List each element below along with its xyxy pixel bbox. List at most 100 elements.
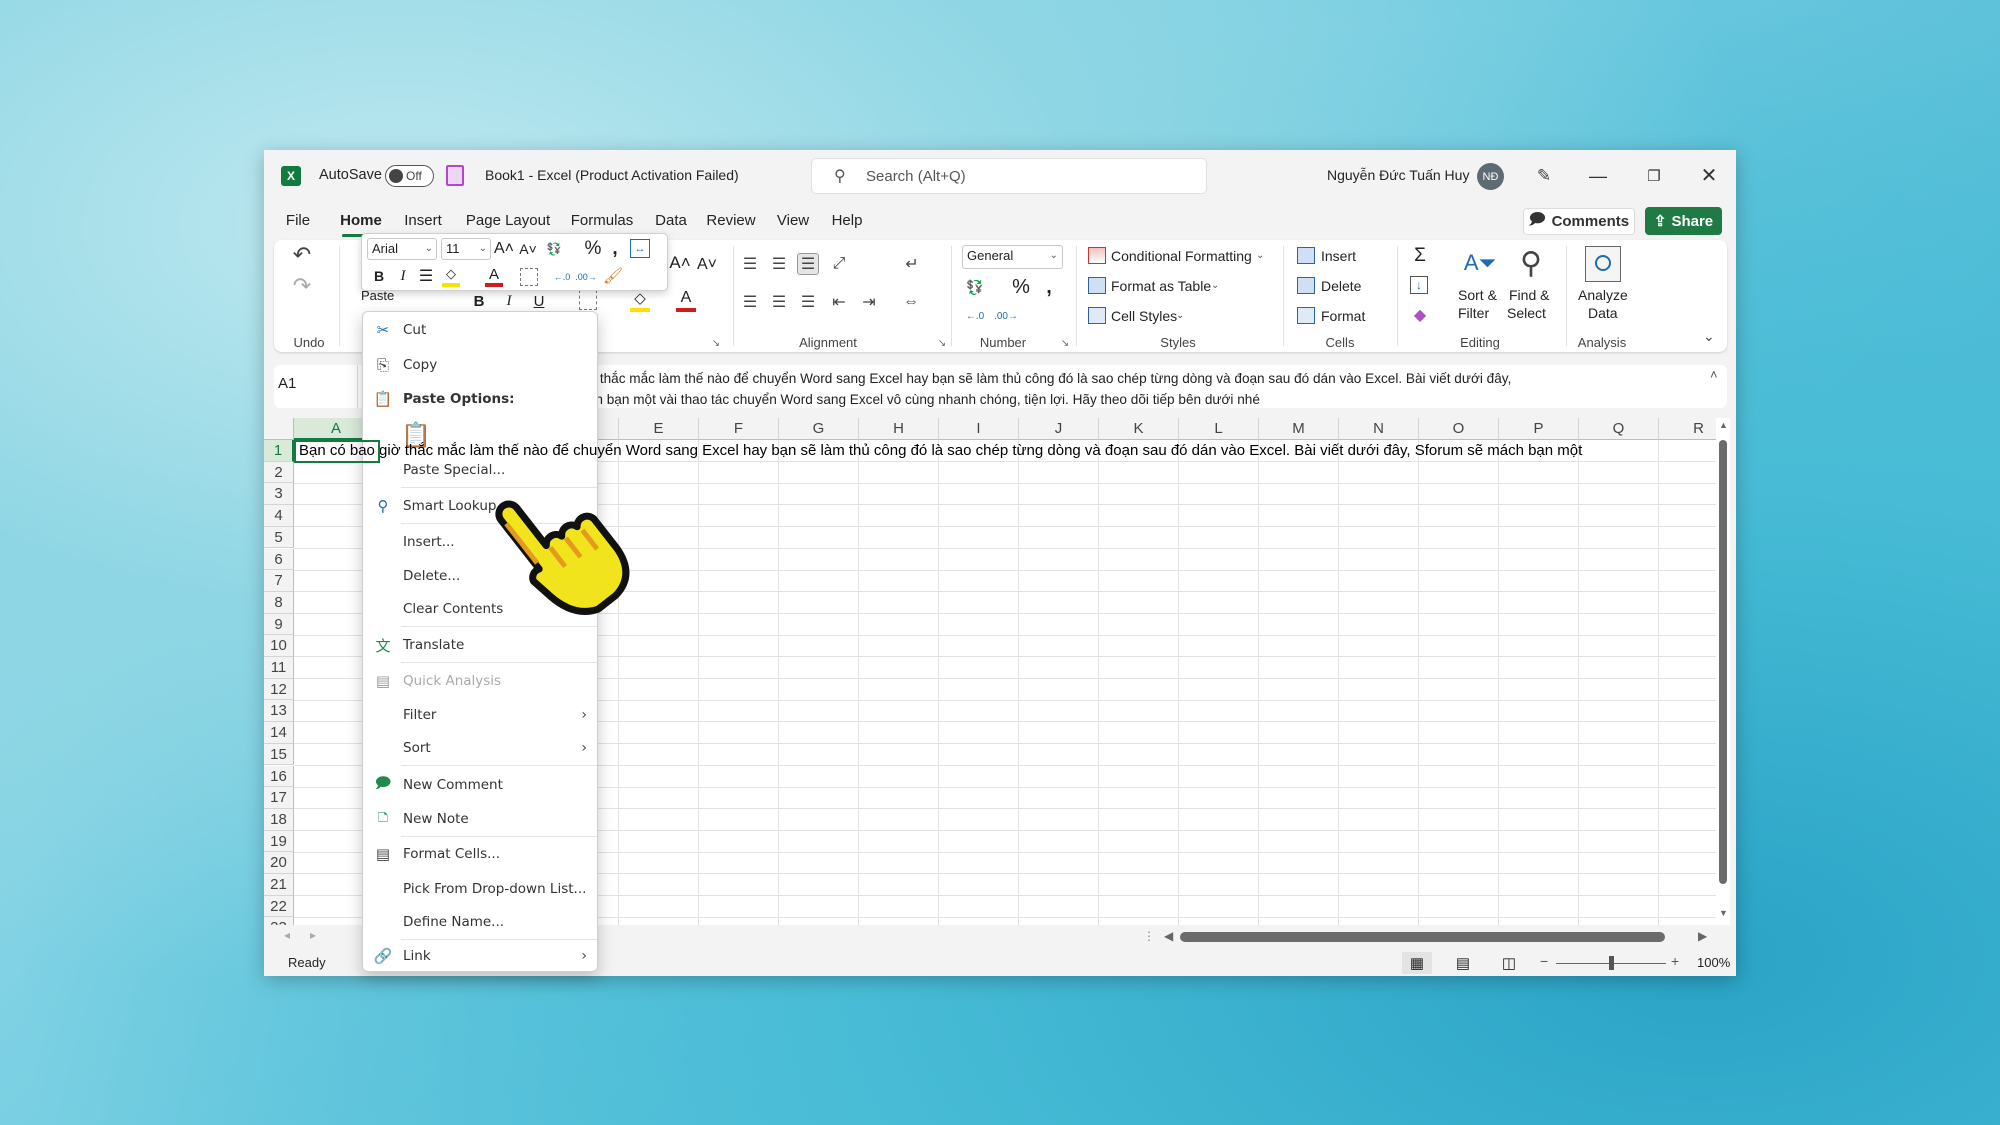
- insert-cells-button[interactable]: Insert: [1321, 248, 1356, 264]
- scroll-left-icon[interactable]: ◀: [1164, 929, 1173, 943]
- bold-icon[interactable]: B: [372, 265, 386, 287]
- collapse-formula-bar-icon[interactable]: ˄: [1710, 367, 1718, 382]
- number-format-dropdown[interactable]: General ⌄: [962, 245, 1063, 269]
- comma-style-icon[interactable]: ,: [609, 238, 621, 260]
- tab-view[interactable]: View: [777, 212, 809, 229]
- bold-icon[interactable]: B: [471, 290, 487, 312]
- find-select-label-1[interactable]: Find &: [1509, 287, 1549, 303]
- collapse-ribbon-icon[interactable]: ⌄: [1703, 328, 1715, 345]
- next-sheet-icon[interactable]: ▸: [310, 928, 316, 942]
- row-header-9[interactable]: 9: [264, 613, 294, 636]
- increase-font-icon[interactable]: A˄: [494, 238, 514, 260]
- menu-item-link[interactable]: 🔗 Link ›: [363, 940, 597, 972]
- increase-indent-icon[interactable]: ⇥: [858, 291, 880, 313]
- vertical-scroll-thumb[interactable]: [1719, 440, 1727, 884]
- wrap-text-icon[interactable]: ↵: [901, 253, 923, 275]
- avatar[interactable]: NĐ: [1477, 163, 1504, 190]
- tab-data[interactable]: Data: [655, 212, 687, 229]
- pen-icon[interactable]: ✎: [1533, 165, 1555, 187]
- fill-color-icon[interactable]: ◇: [442, 265, 460, 287]
- top-align-icon[interactable]: ☰: [739, 253, 761, 275]
- row-header-17[interactable]: 17: [264, 787, 294, 809]
- mini-font-size-dropdown[interactable]: 11 ⌄: [441, 238, 491, 260]
- menu-item-pick-from-drop-down-list[interactable]: Pick From Drop-down List...: [363, 873, 597, 905]
- percent-style-icon[interactable]: %: [583, 238, 603, 260]
- italic-icon[interactable]: I: [501, 290, 517, 312]
- sort-filter-label-1[interactable]: Sort &: [1458, 287, 1497, 303]
- italic-icon[interactable]: I: [396, 265, 410, 287]
- find-select-label-2[interactable]: Select: [1507, 305, 1546, 321]
- merge-center-icon[interactable]: ⇔: [900, 291, 922, 313]
- align-left-icon[interactable]: ☰: [739, 291, 761, 313]
- middle-align-icon[interactable]: ☰: [768, 253, 790, 275]
- menu-item-define-name[interactable]: Define Name...: [363, 906, 597, 938]
- row-header-1[interactable]: 1: [264, 440, 294, 462]
- row-header-14[interactable]: 14: [264, 722, 294, 744]
- underline-icon[interactable]: U: [531, 290, 547, 312]
- row-header-5[interactable]: 5: [264, 526, 294, 549]
- restore-button[interactable]: ❐: [1643, 165, 1665, 187]
- search-box[interactable]: ⚲ Search (Alt+Q): [811, 158, 1207, 194]
- share-button[interactable]: ⇪ Share: [1645, 207, 1722, 235]
- selected-cell-a1[interactable]: [294, 440, 380, 463]
- cell-styles-button[interactable]: Cell Styles: [1111, 308, 1177, 324]
- tab-split-handle[interactable]: ⋮: [1143, 929, 1155, 943]
- column-header-H[interactable]: H: [859, 418, 939, 440]
- decrease-font-icon[interactable]: A˅: [519, 238, 537, 260]
- column-header-E[interactable]: E: [619, 418, 699, 440]
- alignment-dialog-launcher-icon[interactable]: ↘: [936, 337, 948, 349]
- row-header-15[interactable]: 15: [264, 743, 294, 766]
- font-dialog-launcher-icon[interactable]: ↘: [710, 337, 722, 349]
- decrease-decimal-icon[interactable]: .00→: [575, 267, 597, 287]
- align-center-icon[interactable]: ☰: [768, 291, 790, 313]
- zoom-slider-thumb[interactable]: [1609, 956, 1614, 970]
- merge-center-icon[interactable]: ↔: [630, 239, 650, 258]
- zoom-out-button[interactable]: −: [1540, 953, 1548, 969]
- menu-item-new-note[interactable]: 🗅 New Note: [363, 803, 597, 835]
- delete-cells-button[interactable]: Delete: [1321, 278, 1361, 294]
- vertical-scrollbar[interactable]: ▲ ▼: [1716, 418, 1730, 925]
- increase-decimal-icon[interactable]: ←.0: [964, 305, 986, 327]
- row-header-8[interactable]: 8: [264, 591, 294, 614]
- column-header-R[interactable]: R: [1659, 418, 1716, 440]
- column-header-L[interactable]: L: [1179, 418, 1259, 440]
- column-header-M[interactable]: M: [1259, 418, 1339, 440]
- comma-style-icon[interactable]: ,: [1042, 276, 1056, 298]
- minimize-button[interactable]: —: [1587, 165, 1609, 187]
- row-header-22[interactable]: 22: [264, 895, 294, 918]
- row-header-3[interactable]: 3: [264, 483, 294, 506]
- column-header-F[interactable]: F: [699, 418, 779, 440]
- number-dialog-launcher-icon[interactable]: ↘: [1059, 337, 1071, 349]
- accounting-format-icon[interactable]: 💱: [964, 277, 986, 297]
- percent-style-icon[interactable]: %: [1010, 276, 1032, 298]
- undo-icon[interactable]: ↶: [288, 242, 316, 267]
- menu-item-sort[interactable]: Sort ›: [363, 732, 597, 764]
- row-header-7[interactable]: 7: [264, 570, 294, 592]
- fill-icon[interactable]: ↓: [1410, 276, 1428, 294]
- column-header-I[interactable]: I: [939, 418, 1019, 440]
- scroll-right-icon[interactable]: ▶: [1698, 929, 1707, 943]
- accounting-format-icon[interactable]: 💱: [544, 240, 564, 258]
- row-header-4[interactable]: 4: [264, 505, 294, 527]
- column-header-J[interactable]: J: [1019, 418, 1099, 440]
- increase-decimal-icon[interactable]: ←.0: [552, 267, 572, 287]
- column-header-Q[interactable]: Q: [1579, 418, 1659, 440]
- redo-icon[interactable]: ↷: [288, 273, 316, 298]
- comments-button[interactable]: 🗩 Comments: [1523, 208, 1635, 235]
- orientation-icon[interactable]: ⤢: [828, 253, 850, 275]
- format-as-table-button[interactable]: Format as Table: [1111, 278, 1211, 294]
- tab-page-layout[interactable]: Page Layout: [466, 212, 550, 229]
- formula-input[interactable]: Bạn có bao giờ thắc mắc làm thế nào để c…: [504, 368, 1674, 408]
- menu-item-format-cells[interactable]: ▤ Format Cells...: [363, 838, 597, 870]
- center-align-icon[interactable]: ☰: [417, 265, 435, 287]
- column-header-O[interactable]: O: [1419, 418, 1499, 440]
- menu-item-copy[interactable]: ⎘ Copy: [363, 349, 597, 381]
- close-button[interactable]: ✕: [1697, 163, 1721, 187]
- borders-icon[interactable]: [520, 268, 538, 286]
- scroll-up-icon[interactable]: ▲: [1719, 420, 1728, 430]
- decrease-indent-icon[interactable]: ⇤: [828, 291, 850, 313]
- decrease-font-icon[interactable]: A˅: [697, 254, 717, 276]
- row-header-13[interactable]: 13: [264, 700, 294, 723]
- zoom-level[interactable]: 100%: [1697, 955, 1730, 970]
- autosave-toggle[interactable]: Off: [385, 165, 434, 187]
